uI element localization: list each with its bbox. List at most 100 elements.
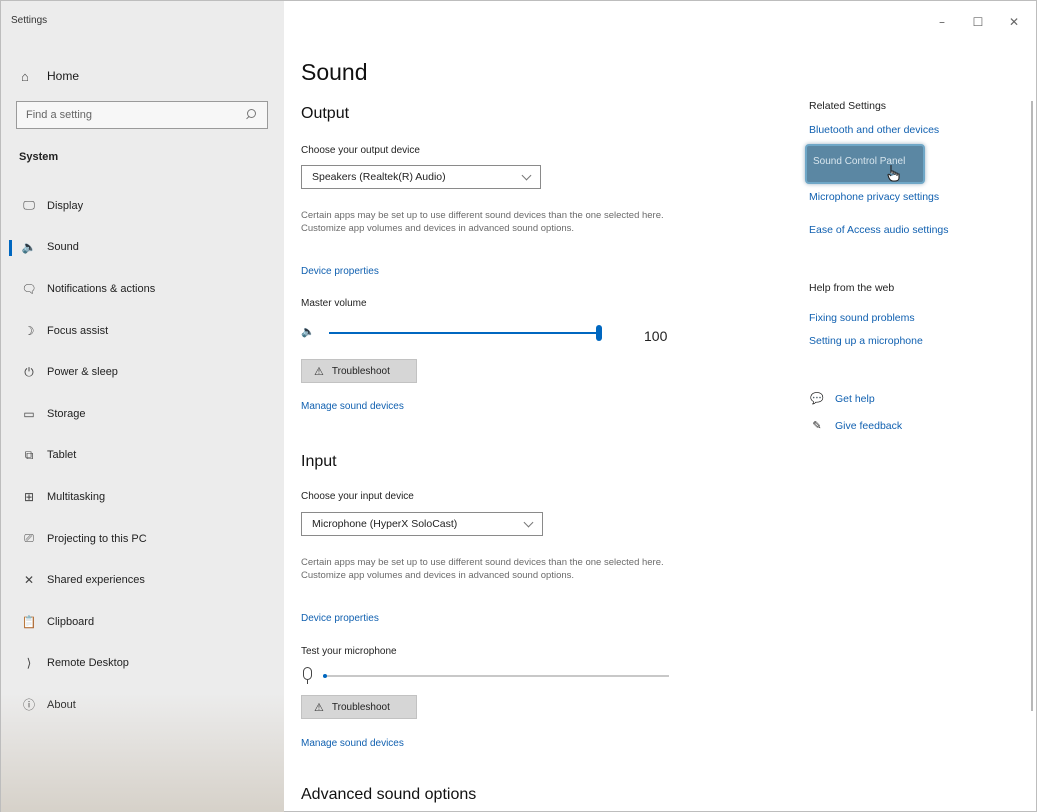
- warning-icon: ⚠: [314, 700, 324, 714]
- sidebar-item-label: Display: [47, 199, 84, 212]
- search-input[interactable]: [26, 109, 244, 121]
- active-indicator: [9, 239, 12, 256]
- home-label: Home: [47, 69, 80, 83]
- microphone-stand-icon: [307, 680, 309, 684]
- home-icon: ⌂: [21, 68, 29, 84]
- sidebar-item-tablet[interactable]: ⧉ Tablet: [1, 435, 284, 477]
- speaker-icon: 🔈: [21, 240, 37, 255]
- fixing-sound-link[interactable]: Fixing sound problems: [809, 312, 915, 324]
- volume-track[interactable]: [329, 325, 602, 341]
- clipboard-icon: 📋: [21, 614, 37, 629]
- advanced-sound-heading[interactable]: Advanced sound options: [301, 786, 476, 804]
- warning-icon: ⚠: [314, 364, 324, 378]
- sidebar-item-label: Notifications & actions: [47, 282, 156, 295]
- troubleshoot-label: Troubleshoot: [331, 365, 390, 377]
- sidebar-item-shared-experiences[interactable]: ✕ Shared experiences: [1, 559, 284, 601]
- sidebar: Settings ⌂ Home System 🖵 Display 🔈 Sound 🗨 No…: [1, 1, 284, 812]
- test-microphone-label: Test your microphone: [301, 646, 397, 657]
- shared-experiences-icon: ✕: [23, 573, 35, 588]
- mic-level-indicator: [323, 674, 327, 678]
- sidebar-item-label: Clipboard: [47, 615, 95, 628]
- output-troubleshoot-button[interactable]: ⚠ Troubleshoot: [301, 359, 417, 383]
- moon-icon: ☽: [23, 323, 35, 338]
- mic-level-track: [323, 675, 669, 677]
- sidebar-item-label: Tablet: [47, 449, 77, 462]
- input-device-value: Microphone (HyperX SoloCast): [312, 518, 458, 530]
- notifications-icon: 🗨: [21, 281, 37, 296]
- sidebar-item-label: Focus assist: [47, 324, 109, 337]
- get-help-link[interactable]: 💬 Get help: [809, 392, 875, 405]
- sidebar-item-label: Remote Desktop: [47, 657, 129, 670]
- search-icon[interactable]: [244, 108, 258, 122]
- sidebar-item-sound[interactable]: 🔈 Sound: [1, 227, 284, 269]
- output-device-value: Speakers (Realtek(R) Audio): [312, 171, 446, 183]
- output-device-dropdown[interactable]: Speakers (Realtek(R) Audio): [301, 165, 541, 189]
- page-title: Sound: [301, 59, 368, 85]
- sidebar-item-notifications-actions[interactable]: 🗨 Notifications & actions: [1, 268, 284, 310]
- output-heading: Output: [301, 105, 350, 122]
- input-description: Certain apps may be set up to use differ…: [301, 557, 664, 581]
- output-device-properties-link[interactable]: Device properties: [301, 266, 379, 277]
- master-volume-slider[interactable]: 🔈: [301, 323, 681, 343]
- speaker-icon[interactable]: 🔈: [301, 325, 315, 338]
- info-icon: ⓘ: [22, 698, 35, 713]
- remote-desktop-icon: ⟩: [26, 656, 32, 671]
- section-label: System: [19, 151, 59, 163]
- sidebar-item-projecting-to-this-pc[interactable]: ⎚ Projecting to this PC: [1, 518, 284, 560]
- volume-thumb[interactable]: [596, 325, 602, 341]
- sidebar-home[interactable]: ⌂ Home: [21, 67, 79, 85]
- sidebar-item-clipboard[interactable]: 📋 Clipboard: [1, 601, 284, 643]
- get-help-label: Get help: [835, 392, 875, 405]
- sidebar-item-label: Storage: [47, 407, 86, 420]
- sidebar-item-power-sleep[interactable]: ⏻ Power & sleep: [1, 351, 284, 393]
- volume-fill: [329, 332, 599, 334]
- output-device-label: Choose your output device: [301, 145, 420, 156]
- sidebar-item-remote-desktop[interactable]: ⟩ Remote Desktop: [1, 643, 284, 685]
- microphone-privacy-link[interactable]: Microphone privacy settings: [809, 191, 939, 203]
- bluetooth-devices-link[interactable]: Bluetooth and other devices: [809, 124, 939, 136]
- scrollbar[interactable]: [1031, 101, 1033, 711]
- sidebar-item-label: Sound: [47, 241, 79, 254]
- hand-cursor-icon: [887, 165, 900, 182]
- power-icon: ⏻: [24, 364, 34, 379]
- microphone-level-meter: [301, 666, 673, 686]
- sidebar-nav: 🖵 Display 🔈 Sound 🗨 Notifications & actions ☽ F…: [1, 185, 284, 726]
- related-panel: Related Settings Bluetooth and other dev…: [805, 1, 1009, 812]
- sidebar-item-label: Power & sleep: [47, 366, 118, 379]
- chevron-down-icon: [521, 170, 532, 180]
- sidebar-item-label: Multitasking: [47, 490, 106, 503]
- settings-window: Settings ⌂ Home System 🖵 Display 🔈 Sound 🗨 No…: [0, 0, 1037, 812]
- sidebar-item-label: About: [47, 698, 76, 711]
- sidebar-item-multitasking[interactable]: ⊞ Multitasking: [1, 476, 284, 518]
- help-heading: Help from the web: [809, 282, 895, 294]
- microphone-icon: [303, 667, 312, 680]
- multitasking-icon: ⊞: [23, 489, 35, 504]
- sidebar-item-storage[interactable]: ▭ Storage: [1, 393, 284, 435]
- ease-of-access-audio-link[interactable]: Ease of Access audio settings: [809, 224, 949, 236]
- setting-up-mic-link[interactable]: Setting up a microphone: [809, 335, 923, 347]
- input-device-properties-link[interactable]: Device properties: [301, 613, 379, 624]
- storage-icon: ▭: [23, 406, 35, 421]
- sidebar-item-display[interactable]: 🖵 Display: [1, 185, 284, 227]
- related-settings-heading: Related Settings: [809, 100, 887, 112]
- chat-bubble-icon: 💬: [810, 392, 824, 405]
- give-feedback-link[interactable]: ✎ Give feedback: [809, 419, 902, 432]
- input-device-label: Choose your input device: [301, 491, 414, 502]
- input-troubleshoot-button[interactable]: ⚠ Troubleshoot: [301, 695, 417, 719]
- troubleshoot-label: Troubleshoot: [331, 701, 390, 713]
- input-heading: Input: [301, 453, 337, 470]
- tablet-icon: ⧉: [24, 447, 34, 462]
- main-content: Sound Output Choose your output device S…: [301, 1, 721, 812]
- input-manage-devices-link[interactable]: Manage sound devices: [301, 738, 404, 749]
- output-manage-devices-link[interactable]: Manage sound devices: [301, 401, 404, 412]
- master-volume-label: Master volume: [301, 298, 367, 309]
- app-title: Settings: [11, 15, 48, 26]
- output-description: Certain apps may be set up to use differ…: [301, 210, 664, 234]
- input-device-dropdown[interactable]: Microphone (HyperX SoloCast): [301, 512, 543, 536]
- search-box[interactable]: [16, 101, 268, 129]
- chevron-down-icon: [523, 517, 534, 527]
- feedback-icon: ✎: [812, 419, 822, 432]
- sidebar-item-about[interactable]: ⓘ About: [1, 684, 284, 726]
- sidebar-item-label: Projecting to this PC: [47, 532, 147, 545]
- sidebar-item-focus-assist[interactable]: ☽ Focus assist: [1, 310, 284, 352]
